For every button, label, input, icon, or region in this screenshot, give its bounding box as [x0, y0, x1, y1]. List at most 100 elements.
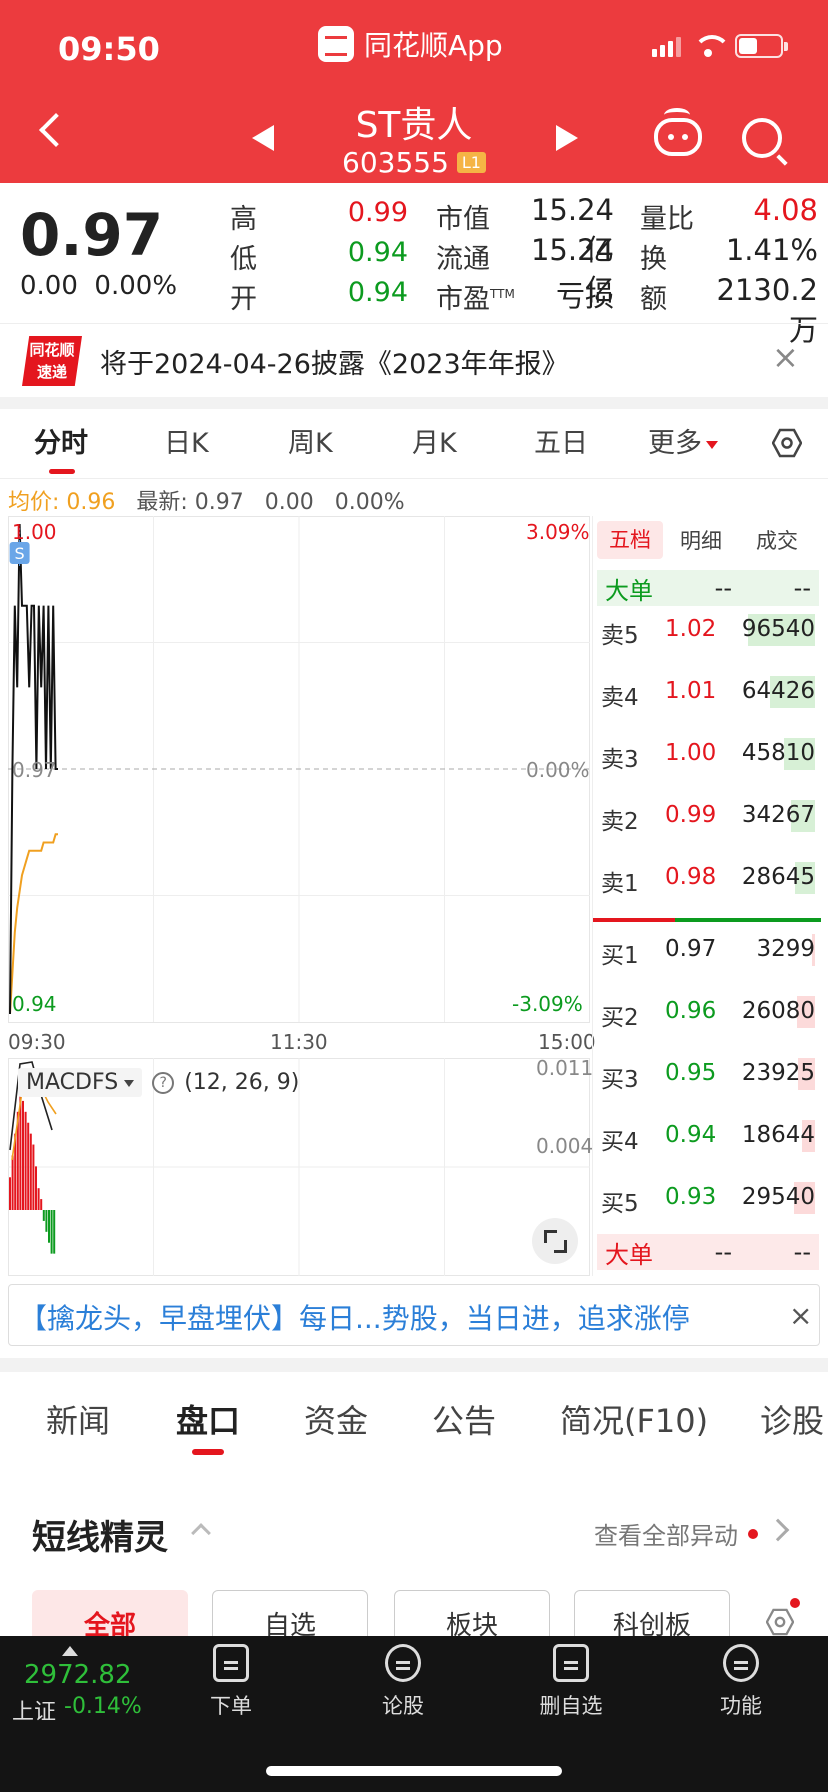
- level-label: 卖2: [601, 809, 639, 835]
- home-indicator[interactable]: [266, 1766, 562, 1776]
- level-price: 1.02: [665, 616, 717, 642]
- ask-row-5[interactable]: 卖1 0.98 28645: [601, 858, 815, 898]
- low-value: 0.94: [347, 237, 408, 268]
- bid-row-4[interactable]: 买4 0.94 18644: [601, 1116, 815, 1156]
- tab-trades[interactable]: 成交: [739, 525, 815, 555]
- level-price: 1.00: [665, 740, 717, 766]
- macd-bar: [53, 1210, 56, 1254]
- next-stock-icon[interactable]: [556, 125, 578, 151]
- bid-row-2[interactable]: 买2 0.96 26080: [601, 992, 815, 1032]
- level-volume: 96540: [741, 616, 815, 642]
- tab-daily-k[interactable]: 日K: [164, 421, 209, 460]
- level-volume: 23925: [741, 1060, 815, 1086]
- index-name: 上证: [12, 1700, 57, 1725]
- turnover-value: 1.41%: [725, 233, 818, 267]
- average-price-line: 均价: 0.96 最新: 0.97 0.00 0.00%: [8, 484, 405, 516]
- ask-row-4[interactable]: 卖2 0.99 34267: [601, 796, 815, 836]
- level-price: 0.97: [665, 936, 717, 962]
- notice-text[interactable]: 将于2024-04-26披露《2023年年报》: [100, 342, 569, 381]
- tab-announcements[interactable]: 公告: [432, 1396, 496, 1442]
- promo-banner[interactable]: 【擒龙头，早盘埋伏】每日...势股，当日进，追求涨停 ×: [8, 1284, 820, 1346]
- functions-button[interactable]: 功能: [686, 1644, 796, 1720]
- order-button[interactable]: 下单: [176, 1644, 286, 1720]
- macd-selector[interactable]: MACDFS: [18, 1068, 143, 1097]
- tab-news[interactable]: 新闻: [46, 1396, 110, 1442]
- forum-star-icon: [385, 1644, 421, 1682]
- app-badge[interactable]: 同花顺App: [318, 24, 503, 64]
- low-label: 低: [230, 244, 257, 275]
- bid-row-5[interactable]: 买5 0.93 29540: [601, 1178, 815, 1218]
- search-icon[interactable]: [742, 118, 782, 158]
- filter-all[interactable]: 全部: [32, 1590, 188, 1642]
- level-price: 0.94: [665, 1122, 717, 1148]
- tab-monthly-k[interactable]: 月K: [412, 421, 457, 460]
- pe-ttm-sup: TTM: [490, 287, 515, 301]
- quote-panel: 0.97 0.00 0.00% 高 0.99 低 0.94 开 0.94 市值 …: [0, 183, 828, 347]
- tab-five-day[interactable]: 五日: [534, 421, 588, 460]
- app-logo-icon: [318, 26, 354, 62]
- big-order-left: --: [714, 1238, 732, 1266]
- view-all-link[interactable]: 查看全部异动: [594, 1516, 758, 1551]
- level-badge: L1: [456, 152, 486, 173]
- macd-indicator-header: MACDFS ? (12, 26, 9): [18, 1068, 299, 1097]
- close-icon[interactable]: ×: [789, 1299, 812, 1332]
- level-volume: 26080: [741, 998, 815, 1024]
- macd-bar: [37, 1188, 40, 1210]
- filter-settings-icon[interactable]: [766, 1608, 794, 1636]
- bid-row-3[interactable]: 买3 0.95 23925: [601, 1054, 815, 1094]
- tab-five-levels[interactable]: 五档: [597, 521, 663, 559]
- help-icon[interactable]: ?: [152, 1071, 175, 1094]
- close-icon[interactable]: ×: [772, 338, 799, 376]
- chart-settings-icon[interactable]: [772, 428, 802, 458]
- filter-star-market[interactable]: 科创板: [574, 1590, 730, 1642]
- ask-row-2[interactable]: 卖4 1.01 64426: [601, 672, 815, 712]
- section-title: 短线精灵: [32, 1518, 168, 1558]
- filter-sector[interactable]: 板块: [394, 1590, 550, 1642]
- tab-more[interactable]: 更多: [648, 421, 718, 460]
- promo-text[interactable]: 【擒龙头，早盘埋伏】每日...势股，当日进，追求涨停: [19, 1297, 690, 1337]
- stock-name: ST贵人: [355, 105, 473, 146]
- latest-change-pct: 0.00%: [334, 490, 405, 515]
- filter-watchlist[interactable]: 自选: [212, 1590, 368, 1642]
- status-icons: [652, 34, 788, 58]
- change-value: 0.00: [20, 271, 78, 301]
- level-price: 1.01: [665, 678, 717, 704]
- announcement-notice[interactable]: 同花顺 速递 将于2024-04-26披露《2023年年报》 ×: [0, 323, 828, 397]
- float-cap-label: 流通: [436, 244, 490, 275]
- level-volume: 3299: [756, 936, 815, 962]
- caret-down-icon: [706, 440, 718, 449]
- ask-row-1[interactable]: 卖5 1.02 96540: [601, 610, 815, 650]
- expand-up-icon[interactable]: [62, 1646, 78, 1656]
- intraday-chart[interactable]: S 1.00 0.97 0.94 3.09% 0.00% -3.09% 09:3…: [8, 516, 596, 1276]
- assistant-robot-icon[interactable]: [654, 108, 702, 156]
- chevron-up-icon[interactable]: [191, 1523, 211, 1543]
- fullscreen-expand-icon[interactable]: [532, 1218, 578, 1264]
- big-order-label: 大单: [605, 576, 653, 605]
- chevron-right-icon[interactable]: [766, 1518, 790, 1542]
- macd-axis-top: 0.011: [536, 1056, 594, 1080]
- tab-details[interactable]: 明细: [663, 525, 739, 555]
- tab-handicap[interactable]: 盘口: [176, 1396, 240, 1442]
- menu-icon: [723, 1644, 759, 1682]
- tab-diagnosis[interactable]: 诊股: [760, 1396, 824, 1442]
- macd-params: (12, 26, 9): [184, 1070, 300, 1095]
- bottom-toolbar: 2972.82 上证 -0.14% 下单 论股 删自选 功能: [0, 1636, 828, 1792]
- index-value[interactable]: 2972.82: [24, 1660, 132, 1690]
- ask-row-3[interactable]: 卖3 1.00 45810: [601, 734, 815, 774]
- x-tick-1130: 11:30: [270, 1030, 328, 1054]
- tab-intraday[interactable]: 分时: [34, 421, 88, 460]
- bid-row-1[interactable]: 买1 0.97 3299: [601, 930, 815, 970]
- macd-bar: [48, 1210, 50, 1243]
- tab-f10-profile[interactable]: 简况(F10): [560, 1396, 708, 1442]
- forum-button[interactable]: 论股: [348, 1644, 458, 1720]
- info-tabs: 新闻 盘口 资金 公告 简况(F10) 诊股: [0, 1372, 828, 1462]
- avg-price-line: [9, 833, 58, 1015]
- remove-watchlist-button[interactable]: 删自选: [516, 1644, 626, 1720]
- tab-funds[interactable]: 资金: [304, 1396, 368, 1442]
- level-label: 卖3: [601, 747, 639, 773]
- macd-bar: [40, 1199, 43, 1210]
- tab-weekly-k[interactable]: 周K: [288, 421, 333, 460]
- macd-bar: [35, 1166, 37, 1210]
- level-label: 买3: [601, 1067, 639, 1093]
- pct-label-bottom: -3.09%: [512, 992, 583, 1016]
